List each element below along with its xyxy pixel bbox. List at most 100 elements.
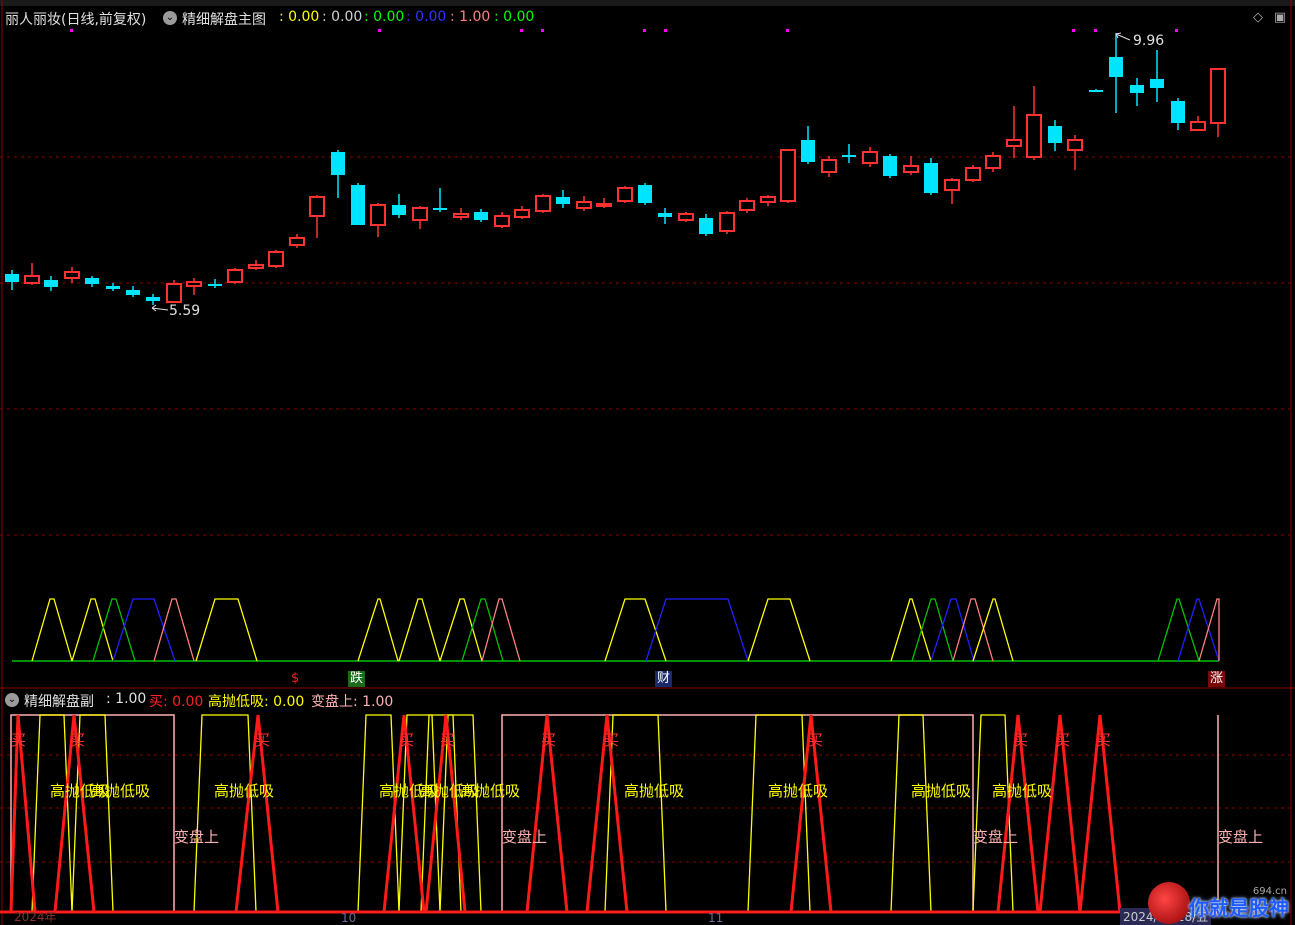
candle [719,211,735,234]
candle-body [309,196,325,217]
candle [739,198,755,213]
candle-body [678,213,694,221]
candle-body [658,213,672,217]
candle [556,190,570,208]
candle [780,149,796,203]
candle-body [556,197,570,204]
candle-body [166,283,182,303]
trapezoid-signal [357,598,399,662]
trapezoid-signal [92,598,136,662]
top-signal-markers [70,29,1178,32]
candle-body [186,281,202,287]
change-label: 变盘上 [1218,828,1263,846]
sub-chart-header: ⌄ 精细解盘副 : 1.00 买: 0.00 高抛低吸: 0.00 变盘上: 1… [0,690,1295,710]
trapezoid-signal [645,598,749,662]
candle-body [268,251,284,267]
candle-body [1067,139,1083,151]
candle [944,178,960,204]
candle [1048,120,1062,151]
watermark-text: 你就是股神 [1189,896,1289,920]
candle-body [1171,101,1185,123]
candle-body [433,208,447,210]
candle [821,156,837,177]
highlow-label: 高抛低吸 [214,782,274,800]
candle-body [739,200,755,211]
candle [309,195,325,238]
candle-body [1130,85,1144,93]
candle-body [924,163,938,193]
candle [24,263,40,285]
candle-body [1048,126,1062,143]
candle [535,194,551,213]
sub-indicator-name[interactable]: 精细解盘副 [24,691,94,711]
candle [370,203,386,237]
candle-body [370,204,386,226]
date-label: 2024年 [14,910,57,924]
candle [903,156,919,175]
candle [64,267,80,283]
candle [106,283,120,291]
highlow-label: 高抛低吸 [624,782,684,800]
candle [1171,98,1185,130]
highlow-label: 高抛低吸 [768,782,828,800]
trapezoid-signal [112,598,176,662]
candle-body [474,212,488,220]
candle-body [883,156,897,176]
candle-body [1109,57,1123,77]
highlow-label: 高抛低吸 [460,782,520,800]
low-price-annotation: 5.59 [151,303,200,319]
sub-change-value: 变盘上: 1.00 [311,694,394,710]
buy-label: 买 [440,731,455,749]
candle-body [351,185,365,225]
buy-label: 买 [604,731,619,749]
signal-tag-dollar: $ [291,671,300,686]
highlow-label: 高抛低吸 [90,782,150,800]
candle-body [331,152,345,175]
candle-body [392,205,406,215]
price-chart[interactable]: 9.96 5.59 买 买 买 买 买 买 买 买 买 买 买高抛低吸 高抛低吸 高抛低吸 高抛低吸 高抛低… [0,0,1295,925]
high-price-annotation: 9.96 [1115,32,1164,49]
candle [268,250,284,268]
signal-tag-wealth: 财 [655,671,673,687]
trapezoid-signal [972,598,1014,662]
candle-body [227,269,243,283]
candle-body [842,155,856,157]
candle [453,208,469,220]
candle-body [248,264,264,269]
candle-body [801,140,815,162]
candle [186,278,202,295]
sub-highlow-value: 高抛低吸: 0.00 [208,694,305,710]
sub-indicator-toggle-icon[interactable]: ⌄ [5,693,19,707]
candle [433,188,447,212]
change-label: 变盘上 [973,828,1018,846]
low-price-label: 5.59 [169,303,200,319]
candle-body [146,297,160,301]
candle [331,150,345,198]
change-label: 变盘上 [174,828,219,846]
candle-body [903,165,919,173]
sub-main-value: : 1.00 [106,691,147,707]
candle [965,165,981,182]
trapezoid-signal [1157,598,1200,662]
candle-body [24,275,40,284]
candle-body [576,201,592,209]
candle-body [1210,68,1226,124]
candle [166,280,182,303]
candle [1067,135,1083,170]
candle-body [535,195,551,212]
candle [5,270,19,290]
candle-body [760,196,776,203]
buy-label: 买 [255,731,270,749]
trapezoid-signal [439,598,483,662]
highlow-label: 高抛低吸 [911,782,971,800]
candle [1109,33,1123,113]
candle [146,294,160,305]
signal-tag-rise: 涨 [1208,671,1226,687]
candle [1130,78,1144,106]
buy-label: 买 [808,731,823,749]
candle [227,268,243,284]
trapezoid-signal [71,598,114,662]
candle [617,186,633,203]
candle [576,196,592,211]
candle [1190,116,1206,131]
